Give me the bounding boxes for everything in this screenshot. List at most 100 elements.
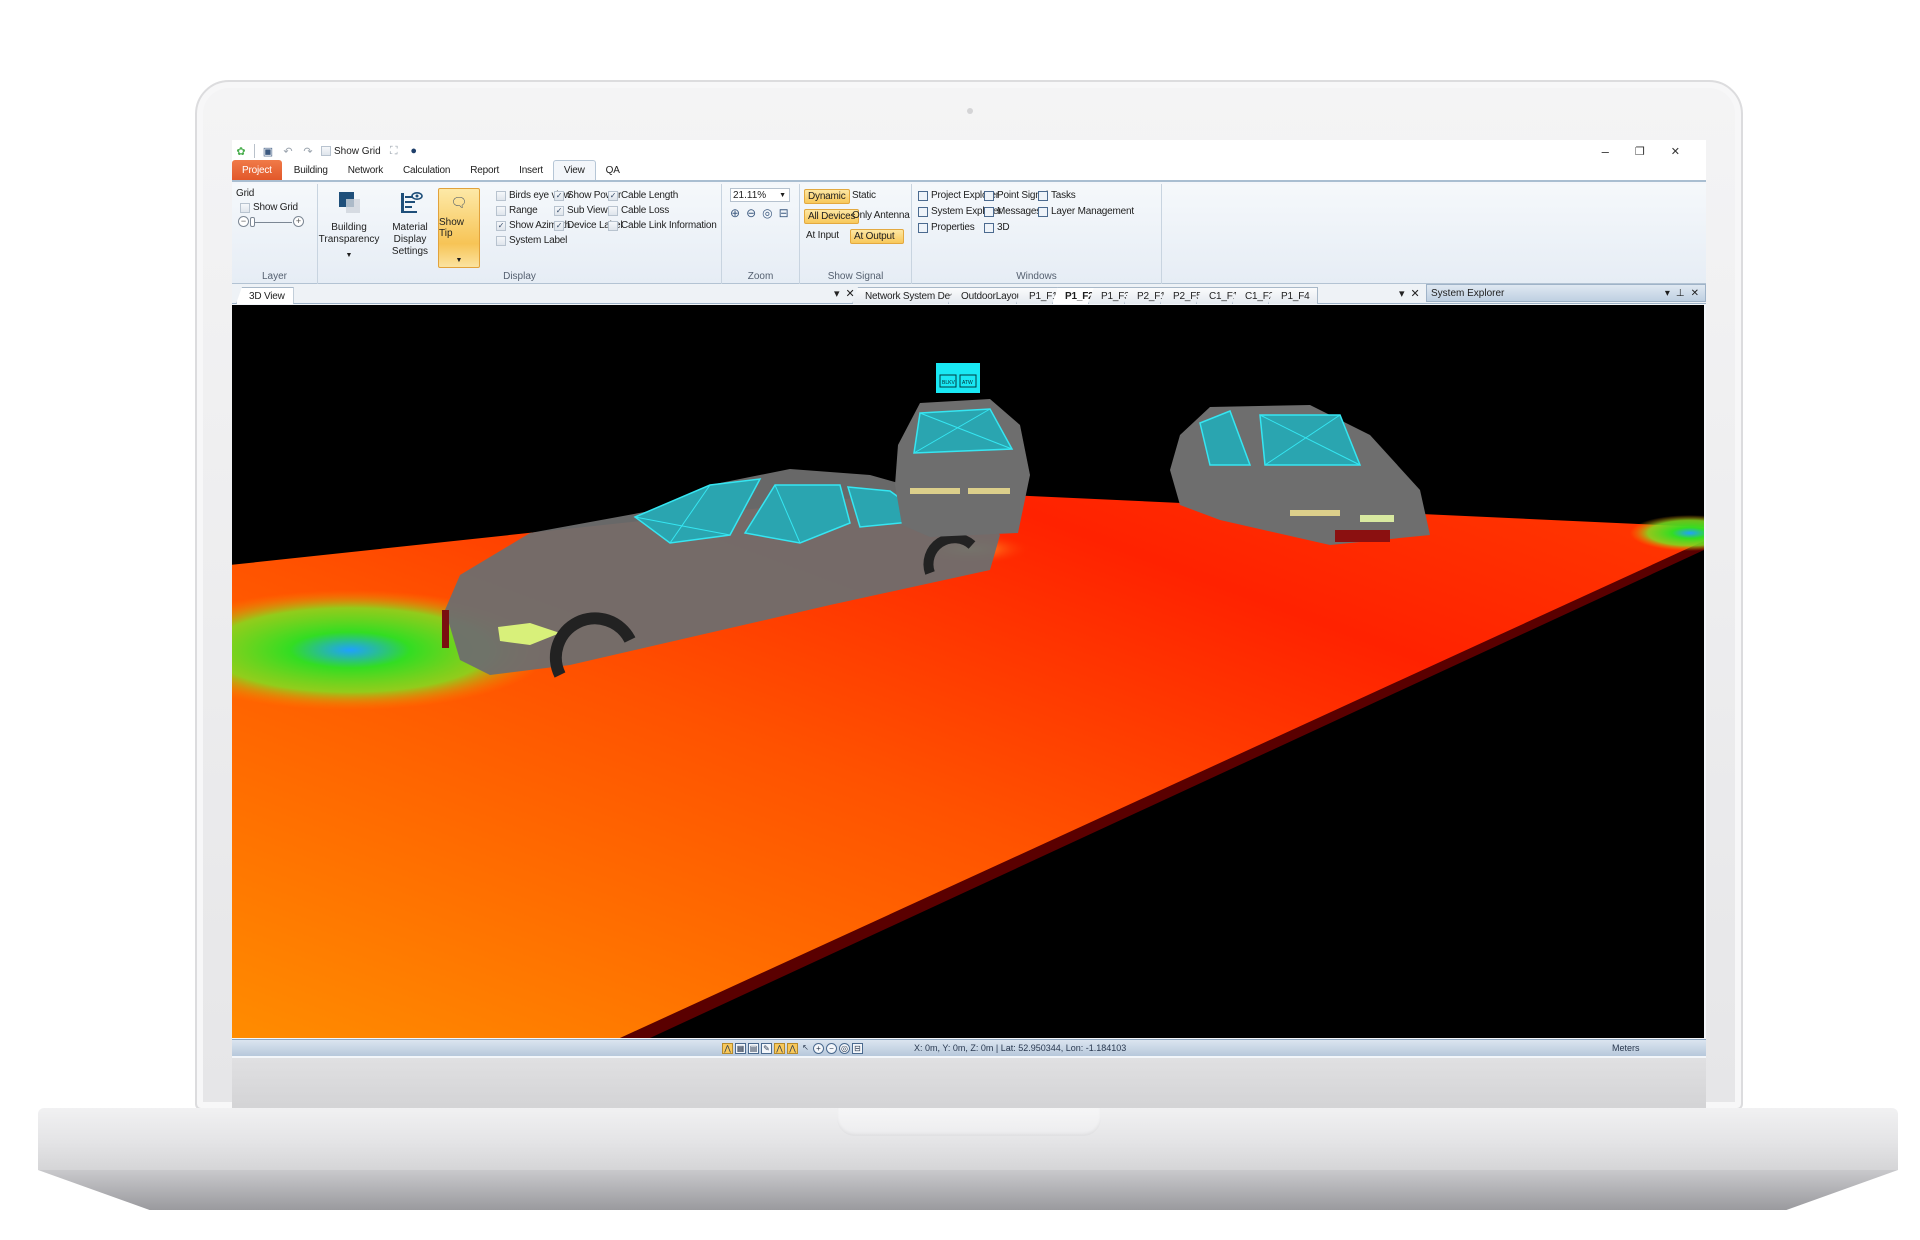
zoom-in-circle-icon[interactable]: + bbox=[293, 216, 304, 227]
tab-qa[interactable]: QA bbox=[596, 160, 630, 180]
hand-icon[interactable]: ● bbox=[407, 144, 421, 158]
tab-list-icon[interactable]: ▾ bbox=[1399, 287, 1405, 300]
status-bar: ⋀ ▦ ▤ ✎ ⋀ ⋀ ↖ + − ◎ ⊟ X: 0m, Y: 0m, Z: 0… bbox=[232, 1039, 1706, 1056]
snap-tool-icon[interactable]: ▤ bbox=[748, 1042, 759, 1054]
checkbox-label: Range bbox=[509, 205, 538, 216]
window-controls: – ❐ ✕ bbox=[1602, 140, 1706, 162]
document-tab-strip: 3D View ▾ ✕ Network System Design Outdoor… bbox=[232, 284, 1706, 304]
dropdown-arrow-icon: ▼ bbox=[779, 191, 786, 199]
laptop-bezel-chin bbox=[232, 1058, 1706, 1110]
doc-tab-3d-view[interactable]: 3D View bbox=[236, 287, 294, 304]
status-tool-icons: ⋀ ▦ ▤ ✎ ⋀ ⋀ ↖ + − ◎ ⊟ bbox=[722, 1042, 863, 1054]
save-icon[interactable]: ▣ bbox=[261, 144, 275, 158]
zoom-in-icon[interactable]: + bbox=[813, 1042, 824, 1054]
checkbox-icon bbox=[496, 235, 506, 246]
doc-tab-p1_f4[interactable]: P1_F4 bbox=[1268, 287, 1319, 304]
zoom-level-select[interactable]: 21.11% ▼ bbox=[730, 188, 790, 202]
checkmark-icon: ✓ bbox=[608, 190, 618, 201]
building-transparency-button[interactable]: Building Transparency ▼ bbox=[319, 190, 379, 262]
at-input-button[interactable]: At Input bbox=[806, 230, 839, 241]
car-model[interactable] bbox=[895, 399, 1030, 537]
dynamic-button[interactable]: Dynamic bbox=[804, 189, 850, 204]
edit-tool-icon[interactable]: ✎ bbox=[761, 1042, 772, 1054]
checkbox-cable-loss[interactable]: Cable Loss bbox=[608, 205, 669, 216]
zoom-tools: ⊕ ⊖ ◎ ⊟ bbox=[730, 206, 789, 220]
show-tip-label: Show Tip bbox=[439, 217, 465, 239]
grid-tool-icon[interactable]: ▦ bbox=[735, 1042, 746, 1054]
3d-viewport[interactable]: BLKV ATW bbox=[232, 305, 1704, 1038]
checkmark-icon: ✓ bbox=[496, 220, 506, 231]
minimize-button[interactable]: – bbox=[1602, 144, 1609, 159]
fit-icon[interactable]: ⛶ bbox=[387, 144, 401, 158]
group-windows: Project Explorer Point Signal Tasks System … bbox=[912, 184, 1162, 284]
only-antenna-button[interactable]: Only Antenna bbox=[852, 210, 910, 221]
pane-menu-icon[interactable]: ▾ bbox=[834, 287, 840, 300]
grid-size-slider[interactable]: − + bbox=[238, 216, 304, 228]
qat-show-grid-checkbox[interactable]: Show Grid bbox=[321, 146, 381, 157]
at-output-button[interactable]: At Output bbox=[850, 229, 904, 244]
pane-close-icon[interactable]: ✕ bbox=[846, 287, 855, 300]
zoom-in-icon[interactable]: ⊕ bbox=[730, 206, 740, 220]
tab-insert[interactable]: Insert bbox=[509, 160, 553, 180]
group-label-display: Display bbox=[503, 271, 536, 282]
pane-close-icon[interactable]: ✕ bbox=[1411, 287, 1420, 300]
window-properties-button[interactable]: Properties bbox=[918, 222, 975, 233]
show-tip-button[interactable]: 🗨 Show Tip ▼ bbox=[438, 188, 480, 268]
laptop-base-bottom bbox=[38, 1170, 1898, 1210]
checkbox-sub-view[interactable]: ✓ Sub View bbox=[554, 205, 608, 216]
checkbox-label: Sub View bbox=[567, 205, 608, 216]
zoom-out-icon[interactable]: − bbox=[826, 1042, 837, 1054]
window-3d-button[interactable]: 3D bbox=[984, 222, 1010, 233]
material-display-icon bbox=[401, 191, 423, 213]
material-display-settings-button[interactable]: Material Display Settings bbox=[382, 190, 438, 258]
qat-show-grid-label: Show Grid bbox=[334, 145, 381, 157]
checkbox-label: Cable Length bbox=[621, 190, 679, 201]
static-button[interactable]: Static bbox=[852, 190, 876, 201]
divider bbox=[254, 144, 255, 158]
restore-button[interactable]: ❐ bbox=[1635, 145, 1645, 158]
checkbox-range[interactable]: Range bbox=[496, 205, 538, 216]
tab-network[interactable]: Network bbox=[338, 160, 393, 180]
zoom-fit-icon[interactable]: ⊟ bbox=[779, 206, 789, 220]
tab-building[interactable]: Building bbox=[284, 160, 338, 180]
project-explorer-icon bbox=[918, 190, 928, 201]
window-layer-management-button[interactable]: Layer Management bbox=[1038, 206, 1134, 217]
checkbox-icon bbox=[608, 220, 618, 231]
all-devices-button[interactable]: All Devices bbox=[804, 209, 860, 224]
checkbox-cable-length[interactable]: ✓ Cable Length bbox=[608, 190, 678, 201]
zoom-fit-icon[interactable]: ⊟ bbox=[852, 1042, 863, 1054]
tab-report[interactable]: Report bbox=[460, 160, 509, 180]
measure-tool-icon[interactable]: ⋀ bbox=[774, 1042, 785, 1054]
panel-menu-icon[interactable]: ▾ bbox=[1665, 288, 1670, 299]
pointer-tool-icon[interactable]: ↖ bbox=[800, 1043, 811, 1054]
device-label: ATW bbox=[962, 380, 973, 386]
redo-icon[interactable]: ↷ bbox=[301, 144, 315, 158]
close-button[interactable]: ✕ bbox=[1671, 145, 1680, 158]
tab-project[interactable]: Project bbox=[232, 160, 282, 180]
layer-show-grid-label: Show Grid bbox=[253, 202, 298, 213]
zoom-window-icon[interactable]: ◎ bbox=[762, 206, 772, 220]
zoom-out-icon[interactable]: ⊖ bbox=[746, 206, 756, 220]
zoom-out-circle-icon[interactable]: − bbox=[238, 216, 249, 227]
slider-thumb[interactable] bbox=[250, 217, 255, 227]
pin-icon[interactable]: ⊥ bbox=[1676, 288, 1685, 299]
checkbox-cable-link-information[interactable]: Cable Link Information bbox=[608, 220, 717, 231]
checkbox-system-label[interactable]: System Label bbox=[496, 235, 567, 246]
tab-calculation[interactable]: Calculation bbox=[393, 160, 460, 180]
window-tasks-button[interactable]: Tasks bbox=[1038, 190, 1076, 201]
left-pane-controls: ▾ ✕ bbox=[834, 287, 855, 300]
undo-icon[interactable]: ↶ bbox=[281, 144, 295, 158]
app-logo-icon[interactable]: ✿ bbox=[234, 144, 248, 158]
azimuth-tool-icon[interactable]: ⋀ bbox=[787, 1042, 798, 1054]
window-messages-button[interactable]: Messages bbox=[984, 206, 1041, 217]
device-tag[interactable]: BLKV ATW bbox=[936, 363, 980, 393]
zoom-window-icon[interactable]: ◎ bbox=[839, 1042, 850, 1054]
layer-show-grid-checkbox[interactable]: Show Grid bbox=[240, 202, 298, 213]
group-layer: Grid Show Grid − + Layer bbox=[232, 184, 318, 284]
panel-close-icon[interactable]: ✕ bbox=[1691, 288, 1699, 299]
tab-view[interactable]: View bbox=[552, 160, 596, 180]
window-item-label: Messages bbox=[997, 206, 1041, 217]
select-tool-icon[interactable]: ⋀ bbox=[722, 1042, 733, 1054]
checkbox-icon bbox=[240, 202, 250, 213]
checkbox-icon bbox=[496, 190, 506, 201]
